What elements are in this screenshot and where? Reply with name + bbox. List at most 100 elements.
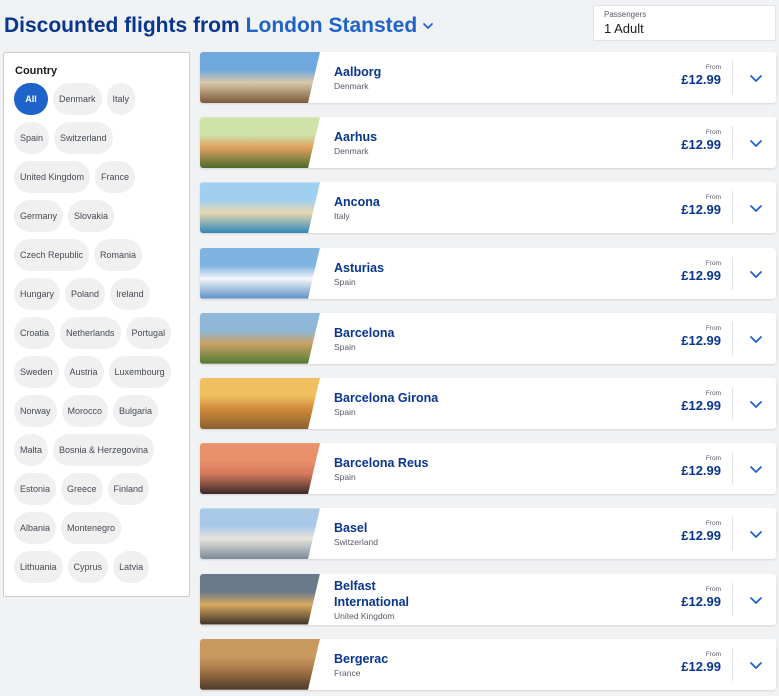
divider (732, 386, 733, 420)
country-chip-luxembourg[interactable]: Luxembourg (108, 356, 171, 388)
divider (732, 61, 733, 94)
country-chip-cyprus[interactable]: Cyprus (67, 551, 109, 583)
country-chip-sweden[interactable]: Sweden (14, 356, 59, 388)
country-chip-czech-republic[interactable]: Czech Republic (14, 239, 90, 271)
chevron-down-icon[interactable] (748, 461, 764, 477)
country-chip-united-kingdom[interactable]: United Kingdom (14, 161, 91, 193)
country-chip-hungary[interactable]: Hungary (14, 278, 61, 310)
destination-info: Basel Switzerland (334, 508, 378, 559)
country-chip-france[interactable]: France (95, 161, 136, 193)
country-chips: All Denmark Italy Spain Switzerland United Ki… (14, 83, 179, 590)
destination-country: Switzerland (334, 537, 378, 548)
chevron-down-icon[interactable] (748, 657, 764, 673)
fare-price: From £12.99 (681, 455, 721, 478)
price-from-label: From (705, 650, 721, 658)
country-chip-all[interactable]: All (14, 83, 48, 115)
country-chip-bosnia-herzegovina[interactable]: Bosnia & Herzegovina (53, 434, 155, 466)
destination-image (200, 247, 320, 299)
country-chip-germany[interactable]: Germany (14, 200, 64, 232)
destination-card[interactable]: Aalborg Denmark From £12.99 (200, 52, 776, 103)
country-chip-bulgaria[interactable]: Bulgaria (113, 395, 159, 427)
origin-label: London Stansted (245, 14, 418, 37)
destination-image (200, 52, 320, 103)
country-chip-switzerland[interactable]: Switzerland (54, 122, 113, 154)
country-chip-ireland[interactable]: Ireland (110, 278, 150, 310)
country-chip-malta[interactable]: Malta (14, 434, 49, 466)
destination-country: Spain (334, 276, 356, 287)
price-amount: £12.99 (681, 137, 721, 153)
destination-name: Basel (334, 521, 368, 536)
price-from-label: From (705, 129, 721, 137)
destination-card[interactable]: Ancona Italy From £12.99 (200, 182, 776, 234)
divider (732, 256, 733, 290)
divider (732, 647, 733, 681)
destination-card[interactable]: Bergerac France From £12.99 (200, 638, 776, 690)
chevron-down-icon[interactable] (748, 331, 764, 347)
destination-card[interactable]: Barcelona Reus Spain From £12.99 (200, 443, 776, 495)
country-chip-italy[interactable]: Italy (106, 83, 136, 115)
divider (732, 452, 733, 486)
fare-price: From £12.99 (681, 129, 721, 152)
chevron-down-icon[interactable] (748, 526, 764, 542)
country-chip-lithuania[interactable]: Lithuania (14, 551, 63, 583)
chevron-down-icon[interactable] (748, 266, 764, 282)
destination-info: Aalborg Denmark (334, 52, 381, 103)
fare-price: From £12.99 (681, 586, 721, 609)
price-from-label: From (705, 389, 721, 397)
chevron-down-icon[interactable] (748, 396, 764, 412)
price-amount: £12.99 (681, 267, 721, 283)
country-chip-spain[interactable]: Spain (14, 122, 50, 154)
country-chip-greece[interactable]: Greece (61, 473, 103, 505)
chevron-down-icon[interactable] (748, 592, 764, 608)
country-chip-norway[interactable]: Norway (14, 395, 57, 427)
country-chip-albania[interactable]: Albania (14, 512, 57, 544)
chevron-down-icon[interactable] (748, 70, 764, 86)
country-chip-morocco[interactable]: Morocco (61, 395, 109, 427)
country-chip-slovakia[interactable]: Slovakia (68, 200, 115, 232)
destination-image (200, 638, 320, 690)
price-amount: £12.99 (681, 72, 721, 87)
fare-price: From £12.99 (681, 520, 721, 543)
destination-info: Barcelona Girona Spain (334, 378, 438, 429)
destination-card[interactable]: Asturias Spain From £12.99 (200, 247, 776, 299)
destination-image (200, 117, 320, 169)
price-amount: £12.99 (681, 202, 721, 218)
origin-selector[interactable]: London Stansted (246, 14, 435, 38)
country-filter-panel: Country All Denmark Italy Spain Switzerland U… (3, 52, 190, 597)
country-chip-finland[interactable]: Finland (107, 473, 150, 505)
country-chip-estonia[interactable]: Estonia (14, 473, 57, 505)
price-from-label: From (705, 455, 721, 463)
page-title-text: Discounted flights from (4, 14, 240, 37)
price-from-label: From (705, 194, 721, 202)
destination-country: Spain (334, 406, 356, 417)
destination-info: Aarhus Denmark (334, 117, 377, 168)
destination-card[interactable]: Basel Switzerland From £12.99 (200, 508, 776, 560)
destination-image (200, 312, 320, 364)
fare-price: From £12.99 (681, 325, 721, 348)
price-from-label: From (705, 259, 721, 267)
fare-price: From £12.99 (681, 64, 721, 87)
chevron-down-icon[interactable] (748, 135, 764, 151)
country-chip-montenegro[interactable]: Montenegro (61, 512, 122, 544)
country-chip-romania[interactable]: Romania (94, 239, 143, 271)
passengers-selector[interactable]: Passengers 1 Adult (593, 5, 776, 41)
divider (732, 126, 733, 160)
destination-country: United Kingdom (334, 610, 395, 621)
chevron-down-icon[interactable] (748, 200, 764, 216)
destination-card[interactable]: Belfast International United Kingdom From £… (200, 573, 776, 625)
country-chip-netherlands[interactable]: Netherlands (60, 317, 121, 349)
destination-card[interactable]: Barcelona Girona Spain From £12.99 (200, 377, 776, 429)
price-amount: £12.99 (681, 397, 721, 413)
country-chip-latvia[interactable]: Latvia (113, 551, 150, 583)
country-chip-poland[interactable]: Poland (65, 278, 106, 310)
country-chip-austria[interactable]: Austria (63, 356, 104, 388)
destination-name: Barcelona Reus (334, 456, 429, 471)
destination-info: Barcelona Spain (334, 313, 394, 364)
country-chip-denmark[interactable]: Denmark (53, 83, 102, 115)
country-chip-portugal[interactable]: Portugal (125, 317, 172, 349)
destination-name: Belfast International (334, 578, 410, 609)
country-chip-croatia[interactable]: Croatia (14, 317, 56, 349)
price-amount: £12.99 (681, 658, 721, 674)
destination-card[interactable]: Aarhus Denmark From £12.99 (200, 117, 776, 169)
destination-card[interactable]: Barcelona Spain From £12.99 (200, 312, 776, 364)
